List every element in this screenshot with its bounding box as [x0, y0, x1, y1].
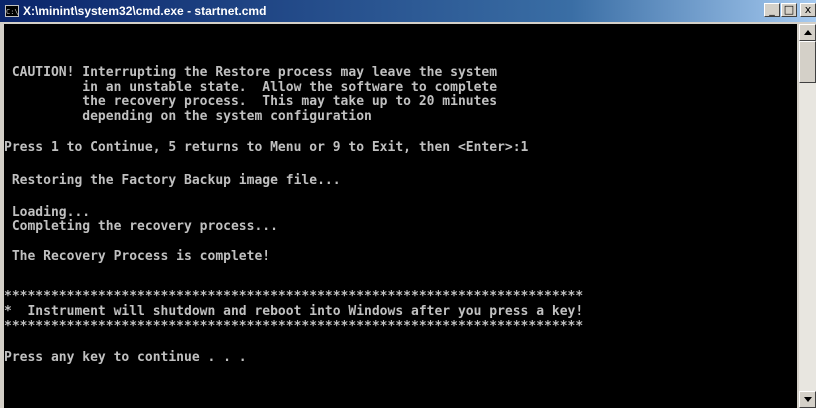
title-bar[interactable]: C:\ X:\minint\system32\cmd.exe - startne…: [0, 0, 816, 22]
completing-line: Completing the recovery process...: [4, 219, 278, 234]
caution-line-1: CAUTION! Interrupting the Restore proces…: [4, 65, 498, 80]
cmd-console-icon[interactable]: C:\: [5, 5, 19, 17]
press-any-key-line: Press any key to continue . . .: [4, 350, 247, 365]
scroll-thumb[interactable]: [799, 41, 816, 83]
console-output[interactable]: CAUTION! Interrupting the Restore proces…: [4, 24, 797, 408]
scroll-up-button[interactable]: [799, 24, 816, 41]
vertical-scrollbar[interactable]: [799, 24, 816, 408]
maximize-button[interactable]: □: [781, 3, 797, 17]
scroll-down-button[interactable]: [799, 391, 816, 408]
restoring-line: Restoring the Factory Backup image file.…: [4, 173, 341, 188]
close-button[interactable]: x: [800, 3, 816, 17]
arrow-up-icon: [804, 30, 812, 35]
caution-line-4: depending on the system configuration: [4, 109, 372, 124]
menu-prompt-line: Press 1 to Continue, 5 returns to Menu o…: [4, 140, 529, 155]
cmd-window: C:\ X:\minint\system32\cmd.exe - startne…: [0, 0, 816, 408]
window-title: X:\minint\system32\cmd.exe - startnet.cm…: [23, 4, 267, 18]
banner-border-top: ****************************************…: [4, 289, 584, 304]
banner-border-bottom: ****************************************…: [4, 319, 584, 334]
caution-line-2: in an unstable state. Allow the software…: [4, 80, 498, 95]
caution-line-3: the recovery process. This may take up t…: [4, 94, 498, 109]
loading-line: Loading...: [4, 205, 91, 220]
reboot-message-line: * Instrument will shutdown and reboot in…: [4, 304, 584, 319]
complete-line: The Recovery Process is complete!: [4, 249, 271, 264]
minimize-button[interactable]: _: [764, 3, 780, 17]
arrow-down-icon: [804, 397, 812, 402]
